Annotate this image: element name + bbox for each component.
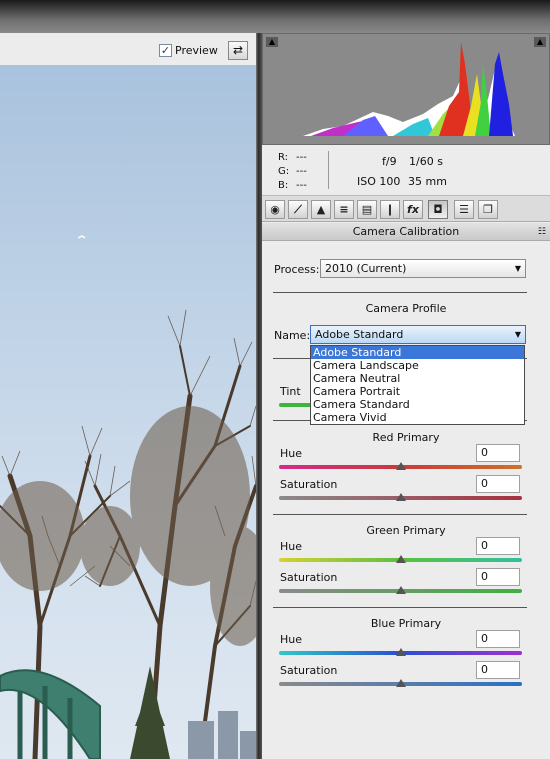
green-primary-title: Green Primary: [366, 524, 446, 537]
green-saturation-input[interactable]: 0: [476, 568, 520, 586]
red-saturation-thumb[interactable]: [396, 493, 406, 501]
panel-tabs: ◉ ⟋ ▲ ≡ ▤ ❙ fx ◘ ☰ ❐: [262, 195, 550, 222]
separator: [273, 292, 527, 293]
split-toning-icon[interactable]: ▤: [357, 200, 377, 219]
profile-option[interactable]: Camera Standard: [311, 398, 524, 411]
red-saturation-input[interactable]: 0: [476, 475, 520, 493]
panel-header: Camera Calibration ☷: [262, 223, 550, 241]
panel-menu-icon[interactable]: ☷: [538, 223, 546, 241]
panel-title: Camera Calibration: [352, 225, 460, 238]
chevron-down-icon: ▼: [514, 264, 521, 273]
histogram: ▲ ▲: [262, 33, 550, 145]
blue-saturation-input[interactable]: 0: [476, 661, 520, 679]
r-value: ---: [296, 152, 307, 163]
process-value: 2010 (Current): [325, 262, 407, 275]
lens-corrections-icon[interactable]: ❙: [380, 200, 400, 219]
blue-hue-input[interactable]: 0: [476, 630, 520, 648]
info-separator: [328, 151, 329, 189]
blue-hue-label: Hue: [280, 633, 303, 646]
hsl-icon[interactable]: ≡: [334, 200, 354, 219]
detail-icon[interactable]: ▲: [311, 200, 331, 219]
aperture: f/9: [382, 155, 397, 168]
profile-option[interactable]: Adobe Standard: [311, 346, 524, 359]
shadows-tint-label: Tint: [280, 385, 301, 398]
shutter-speed: 1/60 s: [409, 155, 443, 168]
profile-option[interactable]: Camera Vivid: [311, 411, 524, 424]
profile-option[interactable]: Camera Landscape: [311, 359, 524, 372]
presets-icon[interactable]: ☰: [454, 200, 474, 219]
profile-value: Adobe Standard: [315, 328, 404, 341]
iso: ISO 100: [357, 175, 401, 188]
separator: [273, 607, 527, 608]
green-hue-label: Hue: [280, 540, 303, 553]
red-primary-title: Red Primary: [372, 431, 440, 444]
focal-length: 35 mm: [408, 175, 447, 188]
chevron-down-icon: ▼: [514, 330, 521, 339]
g-label: G:: [278, 166, 290, 177]
window-top-bar: [0, 0, 550, 33]
adjustment-panel: ▲ ▲ R: --- G: --- B: --- f/9 1/60 s ISO …: [262, 33, 550, 759]
camera-profile-title: Camera Profile: [365, 302, 447, 315]
red-saturation-label: Saturation: [280, 478, 338, 491]
green-saturation-thumb[interactable]: [396, 586, 406, 594]
basic-icon[interactable]: ◉: [265, 200, 285, 219]
process-label: Process:: [274, 263, 320, 276]
snapshots-icon[interactable]: ❐: [478, 200, 498, 219]
blue-saturation-label: Saturation: [280, 664, 338, 677]
blue-primary-title: Blue Primary: [370, 617, 442, 630]
red-hue-label: Hue: [280, 447, 303, 460]
tone-curve-icon[interactable]: ⟋: [288, 200, 308, 219]
r-label: R:: [278, 152, 289, 163]
swap-icon: ⇄: [232, 43, 244, 57]
process-select[interactable]: 2010 (Current) ▼: [320, 259, 526, 278]
profile-option[interactable]: Camera Neutral: [311, 372, 524, 385]
blue-hue-thumb[interactable]: [396, 648, 406, 656]
profile-dropdown-list: Adobe Standard Camera Landscape Camera N…: [310, 345, 525, 425]
camera-calibration-icon[interactable]: ◘: [428, 200, 448, 219]
b-value: ---: [296, 180, 307, 191]
profile-select[interactable]: Adobe Standard ▼: [310, 325, 526, 344]
preview-checkbox[interactable]: ✓: [159, 44, 172, 57]
b-label: B:: [278, 180, 289, 191]
effects-icon[interactable]: fx: [403, 200, 423, 219]
image-preview[interactable]: [0, 66, 256, 759]
preview-label: Preview: [175, 44, 218, 57]
profile-name-label: Name:: [274, 329, 311, 342]
separator: [273, 514, 527, 515]
red-hue-input[interactable]: 0: [476, 444, 520, 462]
green-saturation-label: Saturation: [280, 571, 338, 584]
toggle-before-after-button[interactable]: ⇄: [228, 41, 248, 60]
green-hue-input[interactable]: 0: [476, 537, 520, 555]
blue-saturation-thumb[interactable]: [396, 679, 406, 687]
g-value: ---: [296, 166, 307, 177]
red-hue-thumb[interactable]: [396, 462, 406, 470]
green-hue-thumb[interactable]: [396, 555, 406, 563]
profile-option[interactable]: Camera Portrait: [311, 385, 524, 398]
